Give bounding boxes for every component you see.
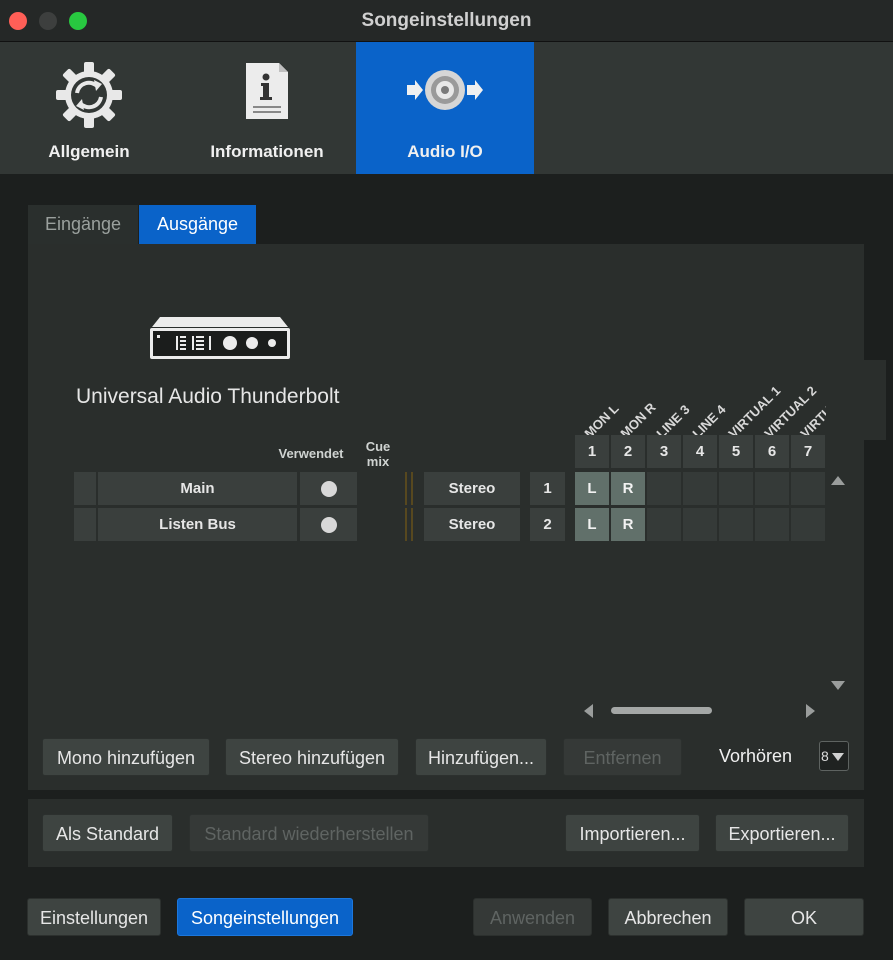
output-number-listen-bus: 2 xyxy=(530,508,565,541)
scroll-down-arrow-icon[interactable] xyxy=(831,681,845,690)
matrix-cell[interactable] xyxy=(683,472,717,505)
tab-audio-io-label: Audio I/O xyxy=(407,142,483,161)
set-default-button[interactable]: Als Standard xyxy=(42,814,173,852)
channel-number: 4 xyxy=(683,435,717,468)
scroll-left-arrow-icon[interactable] xyxy=(584,704,593,718)
chevron-down-icon xyxy=(832,753,844,761)
format-select-listen-bus[interactable]: Stereo xyxy=(424,508,520,541)
output-name-listen-bus[interactable]: Listen Bus xyxy=(98,508,297,541)
preview-select[interactable]: 8 xyxy=(819,741,849,771)
output-name-main[interactable]: Main xyxy=(98,472,297,505)
used-toggle-listen-bus[interactable] xyxy=(300,508,357,541)
format-select-main[interactable]: Stereo xyxy=(424,472,520,505)
speaker-io-icon xyxy=(405,60,485,125)
export-button[interactable]: Exportieren... xyxy=(715,814,849,852)
matrix-cell[interactable] xyxy=(719,472,753,505)
channel-number: 2 xyxy=(611,435,645,468)
used-toggle-main[interactable] xyxy=(300,472,357,505)
settings-button[interactable]: Einstellungen xyxy=(27,898,161,936)
add-mono-button[interactable]: Mono hinzufügen xyxy=(42,738,210,776)
song-settings-button[interactable]: Songeinstellungen xyxy=(177,898,353,936)
tab-eingaenge[interactable]: Eingänge xyxy=(28,205,138,244)
channel-number: 6 xyxy=(755,435,789,468)
tab-audio-io[interactable]: Audio I/O xyxy=(356,42,534,174)
apply-button[interactable]: Anwenden xyxy=(473,898,592,936)
tab-ausgaenge[interactable]: Ausgänge xyxy=(139,205,256,244)
row-handle[interactable] xyxy=(74,472,96,505)
preview-label: Vorhören xyxy=(719,746,793,766)
restore-default-button[interactable]: Standard wiederherstellen xyxy=(189,814,429,852)
channel-number: 5 xyxy=(719,435,753,468)
matrix-clip-mask xyxy=(826,360,886,440)
matrix-cell-assigned[interactable]: L xyxy=(575,508,609,541)
gear-sync-icon xyxy=(54,60,124,135)
tab-informationen[interactable]: Informationen xyxy=(178,42,356,174)
matrix-cell[interactable] xyxy=(791,472,825,505)
matrix-cell[interactable] xyxy=(647,508,681,541)
used-indicator-dot xyxy=(321,481,337,497)
preview-select-value: 8 xyxy=(821,748,829,764)
row-separator xyxy=(405,508,413,541)
matrix-cell-assigned[interactable]: R xyxy=(611,508,645,541)
matrix-cell-assigned[interactable]: R xyxy=(611,472,645,505)
add-button[interactable]: Hinzufügen... xyxy=(415,738,547,776)
window-title: Songeinstellungen xyxy=(361,10,532,31)
cancel-button[interactable]: Abbrechen xyxy=(608,898,728,936)
header-verwendet: Verwendet xyxy=(278,446,344,461)
tab-informationen-label: Informationen xyxy=(210,142,324,161)
row-handle[interactable] xyxy=(74,508,96,541)
matrix-cell[interactable] xyxy=(683,508,717,541)
device-name: Universal Audio Thunderbolt xyxy=(76,385,340,408)
info-document-icon xyxy=(241,60,293,127)
ok-button[interactable]: OK xyxy=(744,898,864,936)
output-number-main: 1 xyxy=(530,472,565,505)
category-tab-bar: Allgemein Informationen Audio I/O xyxy=(0,42,893,174)
matrix-cell[interactable] xyxy=(647,472,681,505)
matrix-cell-assigned[interactable]: L xyxy=(575,472,609,505)
tab-allgemein[interactable]: Allgemein xyxy=(0,42,178,174)
remove-button[interactable]: Entfernen xyxy=(563,738,682,776)
matrix-cell[interactable] xyxy=(755,508,789,541)
row-separator xyxy=(405,472,413,505)
scroll-up-arrow-icon[interactable] xyxy=(831,476,845,485)
matrix-cell[interactable] xyxy=(791,508,825,541)
channel-number: 3 xyxy=(647,435,681,468)
matrix-cell[interactable] xyxy=(719,508,753,541)
scroll-right-arrow-icon[interactable] xyxy=(806,704,815,718)
title-bar: Songeinstellungen xyxy=(0,0,893,42)
add-stereo-button[interactable]: Stereo hinzufügen xyxy=(225,738,399,776)
horizontal-scrollbar-thumb[interactable] xyxy=(611,707,712,714)
channel-number: 1 xyxy=(575,435,609,468)
used-indicator-dot xyxy=(321,517,337,533)
audio-interface-icon xyxy=(148,315,292,366)
matrix-cell[interactable] xyxy=(755,472,789,505)
header-cue-mix: Cue mix xyxy=(365,439,391,469)
import-button[interactable]: Importieren... xyxy=(565,814,700,852)
tab-allgemein-label: Allgemein xyxy=(48,142,130,161)
channel-number: 7 xyxy=(791,435,825,468)
